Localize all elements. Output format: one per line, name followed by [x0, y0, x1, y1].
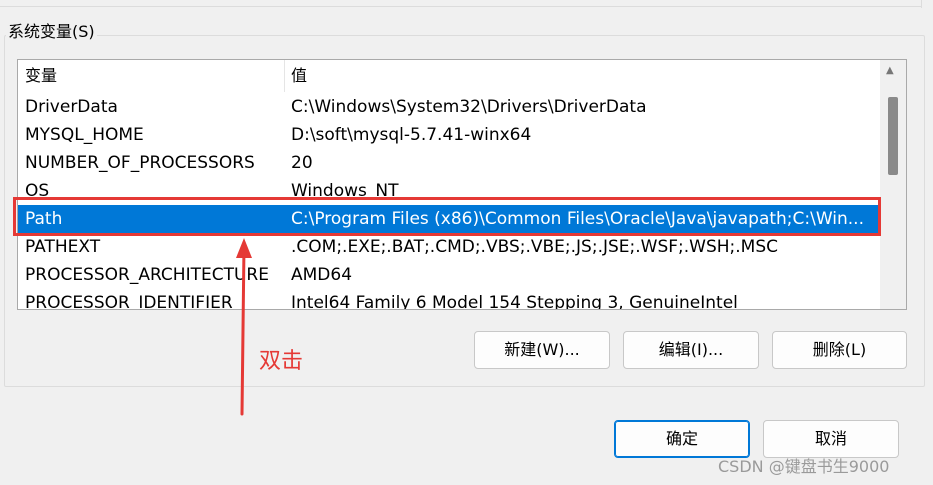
scroll-up-arrow-icon[interactable]: ▲	[886, 66, 894, 76]
path-row-highlight-annotation	[13, 197, 881, 236]
table-row[interactable]: NUMBER_OF_PROCESSORS 20	[18, 149, 880, 177]
variable-value: .COM;.EXE;.BAT;.CMD;.VBS;.VBE;.JS;.JSE;.…	[291, 237, 779, 257]
table-row[interactable]: DriverData C:\Windows\System32\Drivers\D…	[18, 93, 880, 121]
vertical-scrollbar[interactable]: ▲	[880, 60, 906, 309]
column-header-name[interactable]: 变量	[25, 60, 57, 92]
table-row[interactable]: PATHEXT .COM;.EXE;.BAT;.CMD;.VBS;.VBE;.J…	[18, 233, 880, 261]
top-divider	[0, 0, 933, 8]
system-variables-list[interactable]: 变量 值 DriverData C:\Windows\System32\Driv…	[17, 59, 907, 310]
variable-value: Intel64 Family 6 Model 154 Stepping 3, G…	[291, 293, 738, 310]
column-separator[interactable]	[284, 60, 285, 92]
annotation-arrow-icon	[236, 238, 252, 416]
list-header: 变量 值	[18, 60, 880, 92]
table-row[interactable]: PROCESSOR_IDENTIFIER Intel64 Family 6 Mo…	[18, 289, 880, 310]
top-divider-edge	[921, 0, 922, 8]
variable-name: PROCESSOR_IDENTIFIER	[25, 293, 233, 310]
column-header-value[interactable]: 值	[291, 60, 307, 92]
system-variables-title: 系统变量(S)	[6, 21, 97, 43]
variable-value: AMD64	[291, 265, 353, 285]
variable-value: 20	[291, 153, 313, 173]
annotation-double-click: 双击	[259, 349, 304, 374]
variable-value: D:\soft\mysql-5.7.41-winx64	[291, 125, 532, 145]
ok-button[interactable]: 确定	[614, 420, 750, 458]
table-row[interactable]: MYSQL_HOME D:\soft\mysql-5.7.41-winx64	[18, 121, 880, 149]
new-button[interactable]: 新建(W)...	[474, 331, 610, 369]
top-divider-line	[0, 6, 922, 7]
cancel-button[interactable]: 取消	[763, 420, 899, 458]
variable-value: C:\Windows\System32\Drivers\DriverData	[291, 97, 647, 117]
variable-name: PATHEXT	[25, 237, 101, 257]
variable-name: DriverData	[25, 97, 118, 117]
table-row[interactable]: PROCESSOR_ARCHITECTURE AMD64	[18, 261, 880, 289]
scroll-thumb[interactable]	[888, 97, 898, 175]
variable-name: NUMBER_OF_PROCESSORS	[25, 153, 255, 173]
edit-button[interactable]: 编辑(I)...	[623, 331, 759, 369]
variable-name: MYSQL_HOME	[25, 125, 144, 145]
delete-button[interactable]: 删除(L)	[772, 331, 907, 369]
watermark: CSDN @键盘书生9000	[718, 457, 890, 476]
